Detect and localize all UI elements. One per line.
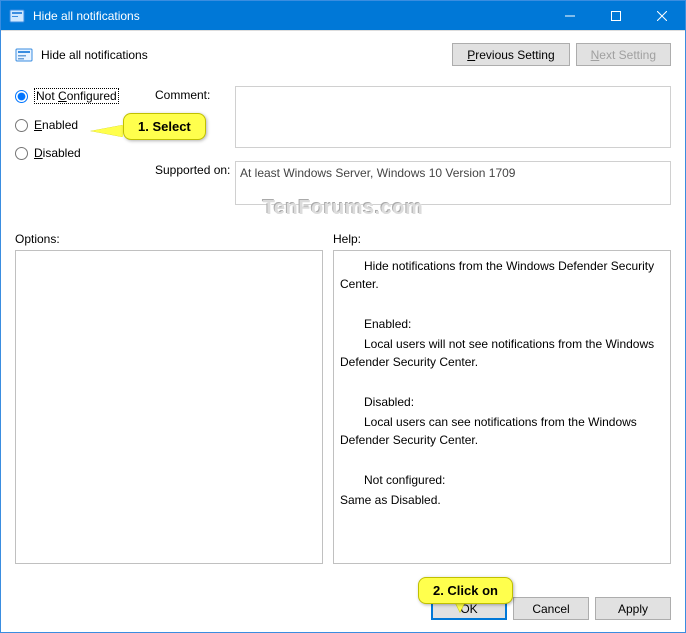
help-text: Hide notifications from the Windows Defe…: [340, 257, 664, 293]
next-setting-button: Next Setting: [576, 43, 671, 66]
comment-textarea[interactable]: [235, 86, 671, 148]
radio-disabled-input[interactable]: [15, 147, 28, 160]
nav-buttons: Previous Setting Next Setting: [452, 43, 671, 66]
config-row: Not Configured Enabled Disabled Comment:: [15, 86, 671, 218]
close-button[interactable]: [639, 1, 685, 30]
window-title: Hide all notifications: [33, 9, 547, 23]
apply-button[interactable]: Apply: [595, 597, 671, 620]
radio-enabled-input[interactable]: [15, 119, 28, 132]
window-controls: [547, 1, 685, 30]
cancel-button[interactable]: Cancel: [513, 597, 589, 620]
titlebar: Hide all notifications: [1, 1, 685, 31]
maximize-button[interactable]: [593, 1, 639, 30]
help-label: Help:: [333, 232, 361, 246]
policy-title: Hide all notifications: [41, 48, 452, 62]
supported-label: Supported on:: [155, 161, 235, 208]
help-panel: Hide notifications from the Windows Defe…: [333, 250, 671, 564]
header-row: Hide all notifications Previous Setting …: [15, 43, 671, 66]
radio-not-configured[interactable]: Not Configured: [15, 88, 155, 104]
mid-labels-row: Options: Help:: [15, 232, 671, 246]
help-text: Not configured:: [340, 471, 664, 489]
options-label: Options:: [15, 232, 333, 246]
gpedit-dialog-window: Hide all notifications Hide all notifica…: [0, 0, 686, 633]
annotation-step-1: 1. Select: [123, 113, 206, 140]
content-area: Hide all notifications Previous Setting …: [1, 31, 685, 576]
panels-row: Hide notifications from the Windows Defe…: [15, 250, 671, 564]
annotation-step-2: 2. Click on: [418, 577, 513, 604]
callout-arrow-icon: [91, 125, 123, 137]
policy-icon: [15, 46, 33, 64]
minimize-button[interactable]: [547, 1, 593, 30]
comment-row: Comment:: [155, 86, 671, 151]
app-icon: [9, 8, 25, 24]
help-text: Disabled:: [340, 393, 664, 411]
radio-disabled[interactable]: Disabled: [15, 146, 155, 160]
previous-setting-button[interactable]: Previous Setting: [452, 43, 569, 66]
help-text: Local users can see notifications from t…: [340, 413, 664, 449]
supported-textarea: At least Windows Server, Windows 10 Vers…: [235, 161, 671, 205]
help-text: Same as Disabled.: [340, 491, 664, 509]
options-panel: [15, 250, 323, 564]
fields-column: Comment: Supported on: At least Windows …: [155, 86, 671, 218]
radio-not-configured-input[interactable]: [15, 90, 28, 103]
help-text: Local users will not see notifications f…: [340, 335, 664, 371]
supported-row: Supported on: At least Windows Server, W…: [155, 161, 671, 208]
state-radio-group: Not Configured Enabled Disabled: [15, 86, 155, 218]
help-text: Enabled:: [340, 315, 664, 333]
